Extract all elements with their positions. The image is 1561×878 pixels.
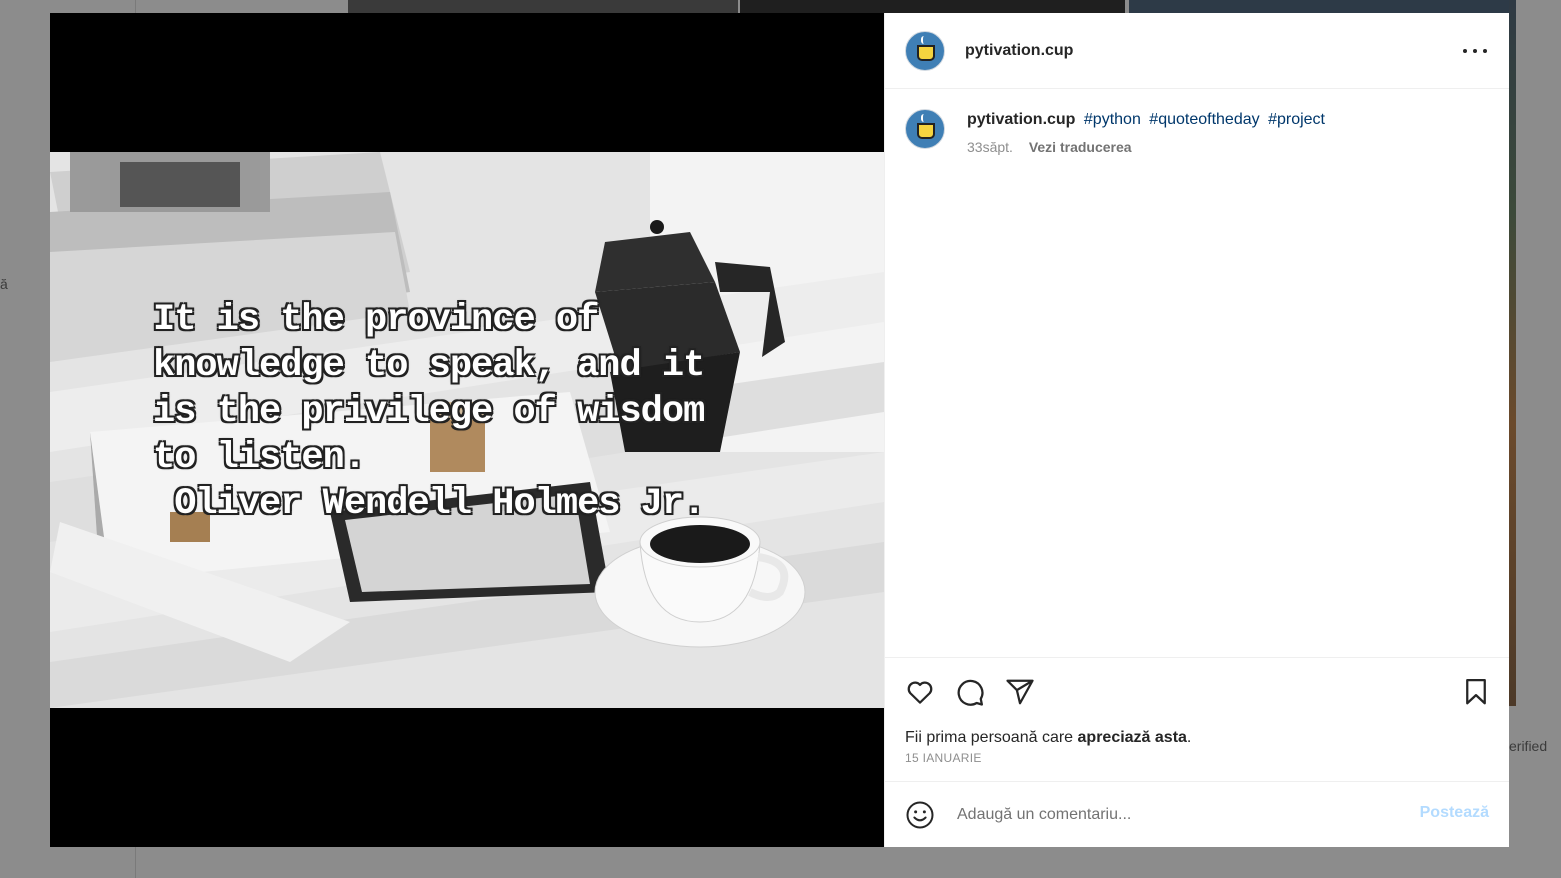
comment-bar: Postează [885,781,1509,847]
share-icon[interactable] [1005,677,1035,707]
comment-icon[interactable] [955,677,985,707]
grid-thumbnail [1129,0,1516,14]
caption-avatar[interactable] [905,109,945,149]
bookmark-icon[interactable] [1461,677,1491,707]
quote-line: It is the province of [153,299,599,341]
post-header: pytivation.cup [885,13,1509,89]
caption-area: pytivation.cup #python #quoteoftheday #p… [885,89,1509,657]
grid-thumbnail [348,0,738,14]
cup-icon [917,44,935,61]
emoji-icon[interactable] [905,800,935,830]
see-translation-link[interactable]: Vezi traducerea [1029,139,1132,155]
hashtag-link[interactable]: #project [1268,111,1325,128]
heart-icon[interactable] [905,677,935,707]
grid-thumbnail [740,0,1125,14]
hashtag-link[interactable]: #python [1084,111,1141,128]
likes-suffix: . [1186,729,1192,746]
quote-line: is the privilege of wisdom [153,391,705,433]
like-this-link[interactable]: apreciază asta [1078,729,1187,746]
caption-line: pytivation.cup #python #quoteoftheday #p… [967,109,1329,131]
post-date[interactable]: 15 IANUARIE [905,751,1489,765]
dot [1483,49,1487,53]
post-comment-button[interactable]: Postează [1420,804,1489,822]
grid-thumbnail-edge [1509,0,1516,706]
dot [1473,49,1477,53]
likes-section: Fii prima persoană care apreciază asta. … [885,725,1509,781]
hashtag-link[interactable]: #quoteoftheday [1149,111,1259,128]
likes-text: Fii prima persoană care apreciază asta. [905,729,1489,747]
quote-line: to listen. [153,437,366,479]
avatar[interactable] [905,30,945,71]
caption: pytivation.cup #python #quoteoftheday #p… [905,109,1489,155]
cup-icon [917,123,935,139]
caption-text: pytivation.cup #python #quoteoftheday #p… [967,109,1329,155]
post-modal: It is the province of knowledge to speak,… [50,13,1509,847]
quote-line: knowledge to speak, and it [153,345,705,387]
comment-input[interactable] [955,804,1395,825]
background-text: ă [0,276,8,292]
quote-author: Oliver Wendell Holmes Jr. [153,483,705,525]
caption-username[interactable]: pytivation.cup [967,111,1075,128]
post-age[interactable]: 33săpt. [967,139,1013,155]
action-bar [885,657,1509,725]
caption-meta: 33săpt. Vezi traducerea [967,139,1329,155]
more-options-icon[interactable] [1463,39,1487,63]
dot [1463,49,1467,53]
username-link[interactable]: pytivation.cup [965,42,1073,60]
background-text: erified [1509,738,1548,754]
quote-overlay: It is the province of knowledge to speak,… [153,297,705,527]
post-sidebar: pytivation.cup pytivation.cup #python #q… [884,13,1509,847]
steam-icon [921,35,927,44]
post-photo: It is the province of knowledge to speak,… [50,152,884,708]
post-media[interactable]: It is the province of knowledge to speak,… [50,13,884,847]
steam-icon [921,114,927,122]
likes-prefix: Fii prima persoană care [905,729,1078,746]
